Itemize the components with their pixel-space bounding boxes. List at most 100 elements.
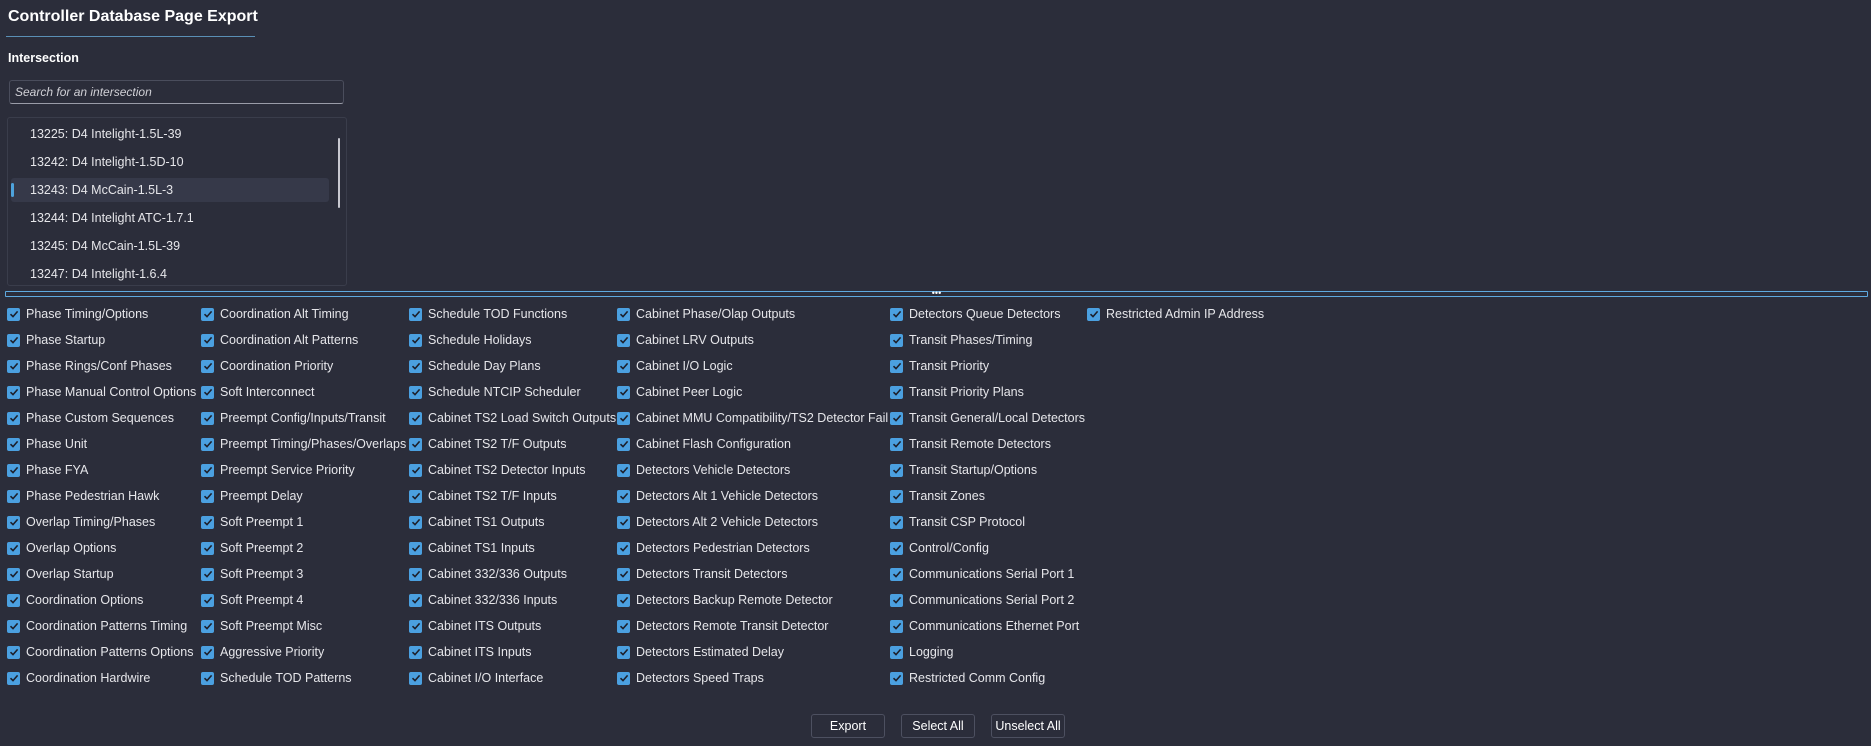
export-option-checkbox[interactable]: Schedule TOD Functions — [409, 305, 567, 323]
export-option-checkbox[interactable]: Control/Config — [890, 539, 989, 557]
checkmark-icon[interactable] — [201, 593, 214, 607]
checkmark-icon[interactable] — [7, 463, 20, 477]
export-option-checkbox[interactable]: Cabinet 332/336 Inputs — [409, 591, 557, 609]
export-option-checkbox[interactable]: Cabinet TS1 Inputs — [409, 539, 535, 557]
export-option-checkbox[interactable]: Transit Remote Detectors — [890, 435, 1051, 453]
export-option-checkbox[interactable]: Phase FYA — [7, 461, 88, 479]
checkmark-icon[interactable] — [890, 567, 903, 581]
checkmark-icon[interactable] — [617, 411, 630, 425]
export-option-checkbox[interactable]: Cabinet Flash Configuration — [617, 435, 791, 453]
checkmark-icon[interactable] — [7, 437, 20, 451]
checkmark-icon[interactable] — [890, 489, 903, 503]
checkmark-icon[interactable] — [7, 489, 20, 503]
export-option-checkbox[interactable]: Coordination Priority — [201, 357, 333, 375]
export-option-checkbox[interactable]: Overlap Startup — [7, 565, 114, 583]
checkmark-icon[interactable] — [409, 619, 422, 633]
export-option-checkbox[interactable]: Detectors Transit Detectors — [617, 565, 787, 583]
export-option-checkbox[interactable]: Detectors Remote Transit Detector — [617, 617, 828, 635]
checkmark-icon[interactable] — [890, 333, 903, 347]
export-option-checkbox[interactable]: Soft Preempt 4 — [201, 591, 303, 609]
checkmark-icon[interactable] — [617, 489, 630, 503]
export-option-checkbox[interactable]: Preempt Service Priority — [201, 461, 355, 479]
checkmark-icon[interactable] — [890, 645, 903, 659]
export-option-checkbox[interactable]: Cabinet I/O Interface — [409, 669, 543, 687]
export-option-checkbox[interactable]: Soft Preempt 2 — [201, 539, 303, 557]
checkmark-icon[interactable] — [890, 619, 903, 633]
checkmark-icon[interactable] — [617, 385, 630, 399]
checkmark-icon[interactable] — [7, 593, 20, 607]
checkmark-icon[interactable] — [201, 515, 214, 529]
checkmark-icon[interactable] — [201, 619, 214, 633]
checkmark-icon[interactable] — [617, 567, 630, 581]
checkmark-icon[interactable] — [890, 671, 903, 685]
export-option-checkbox[interactable]: Restricted Comm Config — [890, 669, 1045, 687]
checkmark-icon[interactable] — [409, 593, 422, 607]
checkmark-icon[interactable] — [890, 437, 903, 451]
export-option-checkbox[interactable]: Coordination Patterns Timing — [7, 617, 187, 635]
checkmark-icon[interactable] — [409, 437, 422, 451]
export-option-checkbox[interactable]: Aggressive Priority — [201, 643, 324, 661]
checkmark-icon[interactable] — [409, 463, 422, 477]
checkmark-icon[interactable] — [201, 489, 214, 503]
export-option-checkbox[interactable]: Preempt Config/Inputs/Transit — [201, 409, 386, 427]
checkmark-icon[interactable] — [890, 359, 903, 373]
export-option-checkbox[interactable]: Coordination Options — [7, 591, 143, 609]
checkmark-icon[interactable] — [7, 307, 20, 321]
checkmark-icon[interactable] — [201, 645, 214, 659]
select-all-button[interactable]: Select All — [901, 714, 975, 738]
checkmark-icon[interactable] — [617, 515, 630, 529]
checkmark-icon[interactable] — [617, 437, 630, 451]
export-option-checkbox[interactable]: Transit Phases/Timing — [890, 331, 1032, 349]
checkmark-icon[interactable] — [7, 515, 20, 529]
export-option-checkbox[interactable]: Cabinet ITS Inputs — [409, 643, 532, 661]
checkmark-icon[interactable] — [7, 567, 20, 581]
export-option-checkbox[interactable]: Soft Preempt 1 — [201, 513, 303, 531]
checkmark-icon[interactable] — [617, 541, 630, 555]
checkmark-icon[interactable] — [201, 463, 214, 477]
checkmark-icon[interactable] — [890, 411, 903, 425]
export-option-checkbox[interactable]: Detectors Alt 2 Vehicle Detectors — [617, 513, 818, 531]
checkmark-icon[interactable] — [201, 567, 214, 581]
checkmark-icon[interactable] — [617, 671, 630, 685]
checkmark-icon[interactable] — [201, 437, 214, 451]
export-option-checkbox[interactable]: Soft Interconnect — [201, 383, 315, 401]
panel-splitter[interactable]: ••• — [5, 289, 1868, 298]
export-option-checkbox[interactable]: Communications Serial Port 1 — [890, 565, 1074, 583]
export-option-checkbox[interactable]: Cabinet 332/336 Outputs — [409, 565, 567, 583]
checkmark-icon[interactable] — [7, 411, 20, 425]
checkmark-icon[interactable] — [201, 671, 214, 685]
checkmark-icon[interactable] — [201, 541, 214, 555]
checkmark-icon[interactable] — [1087, 307, 1100, 321]
checkmark-icon[interactable] — [409, 515, 422, 529]
export-option-checkbox[interactable]: Cabinet LRV Outputs — [617, 331, 754, 349]
intersection-search-input[interactable] — [9, 80, 344, 104]
intersection-list-item[interactable]: 13247: D4 Intelight-1.6.4 — [11, 262, 329, 285]
checkmark-icon[interactable] — [7, 645, 20, 659]
checkmark-icon[interactable] — [409, 359, 422, 373]
export-option-checkbox[interactable]: Communications Ethernet Port — [890, 617, 1079, 635]
export-option-checkbox[interactable]: Schedule NTCIP Scheduler — [409, 383, 581, 401]
checkmark-icon[interactable] — [201, 385, 214, 399]
export-option-checkbox[interactable]: Coordination Alt Timing — [201, 305, 349, 323]
checkmark-icon[interactable] — [890, 307, 903, 321]
export-option-checkbox[interactable]: Transit General/Local Detectors — [890, 409, 1085, 427]
checkmark-icon[interactable] — [617, 307, 630, 321]
export-option-checkbox[interactable]: Phase Rings/Conf Phases — [7, 357, 172, 375]
export-option-checkbox[interactable]: Preempt Delay — [201, 487, 303, 505]
checkmark-icon[interactable] — [409, 385, 422, 399]
export-option-checkbox[interactable]: Transit Zones — [890, 487, 985, 505]
checkmark-icon[interactable] — [617, 463, 630, 477]
export-option-checkbox[interactable]: Phase Unit — [7, 435, 87, 453]
export-option-checkbox[interactable]: Detectors Vehicle Detectors — [617, 461, 790, 479]
checkmark-icon[interactable] — [201, 307, 214, 321]
export-option-checkbox[interactable]: Preempt Timing/Phases/Overlaps — [201, 435, 406, 453]
checkmark-icon[interactable] — [890, 385, 903, 399]
export-option-checkbox[interactable]: Detectors Speed Traps — [617, 669, 764, 687]
export-option-checkbox[interactable]: Coordination Alt Patterns — [201, 331, 358, 349]
checkmark-icon[interactable] — [617, 645, 630, 659]
export-option-checkbox[interactable]: Logging — [890, 643, 954, 661]
checkmark-icon[interactable] — [890, 463, 903, 477]
checkmark-icon[interactable] — [7, 671, 20, 685]
checkmark-icon[interactable] — [617, 619, 630, 633]
checkmark-icon[interactable] — [890, 593, 903, 607]
